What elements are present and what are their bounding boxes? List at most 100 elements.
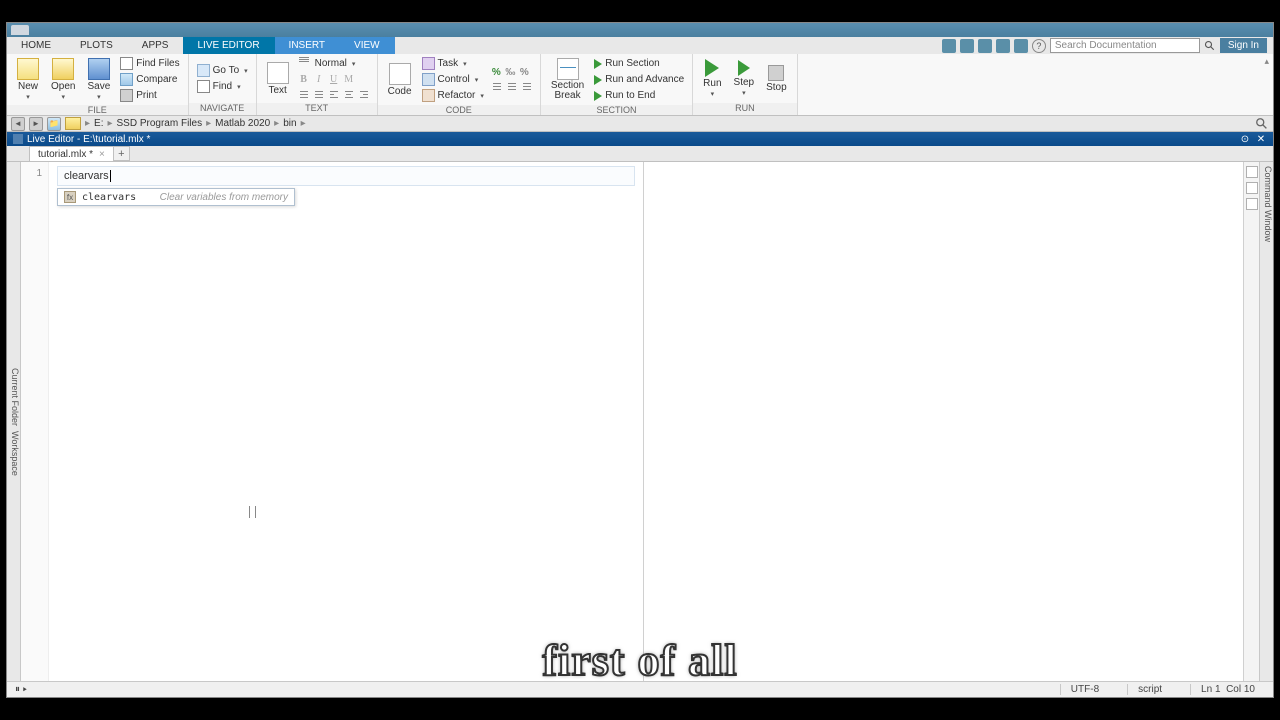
- breadcrumb-sep: ▸: [85, 118, 90, 129]
- hide-code-button[interactable]: [1246, 198, 1258, 210]
- task-button[interactable]: Task▾: [420, 56, 486, 71]
- align-right-button[interactable]: [357, 87, 371, 101]
- italic-button[interactable]: I: [312, 72, 326, 86]
- help-icon[interactable]: ?: [1032, 39, 1046, 53]
- up-folder-button[interactable]: 📁: [47, 117, 61, 131]
- command-window-panel[interactable]: Command Window: [1259, 162, 1273, 681]
- underline-button[interactable]: U: [327, 72, 341, 86]
- indent-button[interactable]: [490, 80, 504, 94]
- smart-indent-button[interactable]: [520, 80, 534, 94]
- goto-icon: [197, 64, 210, 77]
- section-break-button[interactable]: Section Break: [547, 56, 588, 103]
- goto-button[interactable]: Go To▾: [195, 63, 250, 78]
- open-folder-icon: [52, 58, 74, 80]
- open-label: Open: [51, 81, 75, 92]
- address-search-icon[interactable]: [1255, 117, 1269, 131]
- suggestion-desc: Clear variables from memory: [160, 192, 288, 203]
- close-file-button[interactable]: ×: [99, 149, 105, 160]
- text-button[interactable]: Text: [263, 60, 293, 98]
- nav-fwd-button[interactable]: ►: [29, 117, 43, 131]
- pref-icon[interactable]: [978, 39, 992, 53]
- run-to-end-button[interactable]: Run to End: [592, 88, 686, 103]
- run-button[interactable]: Run▾: [699, 57, 725, 100]
- window-tab[interactable]: [11, 25, 29, 35]
- code-line[interactable]: clearvars: [57, 166, 635, 186]
- breadcrumb-sep: ▸: [274, 118, 279, 129]
- indent-icon: [491, 80, 503, 93]
- control-label: Control: [438, 74, 470, 85]
- bullet-list-button[interactable]: [297, 87, 311, 101]
- tab-live-editor[interactable]: LIVE EDITOR: [183, 37, 274, 54]
- close-editor-button[interactable]: ✕: [1255, 133, 1267, 145]
- code-text: clearvars: [64, 170, 109, 182]
- code-button[interactable]: Code: [384, 61, 416, 99]
- dock-button[interactable]: ⊙: [1239, 133, 1251, 145]
- refactor-button[interactable]: Refactor▾: [420, 88, 486, 103]
- layout-icon[interactable]: [960, 39, 974, 53]
- comment-button[interactable]: %: [490, 66, 503, 79]
- step-button[interactable]: Step▾: [730, 58, 759, 99]
- open-button[interactable]: Open▾: [47, 56, 79, 103]
- breadcrumb-item[interactable]: Matlab 2020: [215, 118, 270, 129]
- nav-back-button[interactable]: ◄: [11, 117, 25, 131]
- bold-button[interactable]: B: [297, 72, 311, 86]
- add-tab-button[interactable]: +: [114, 146, 130, 161]
- num-list-button[interactable]: [312, 87, 326, 101]
- outdent-button[interactable]: [505, 80, 519, 94]
- mono-button[interactable]: M: [342, 72, 356, 86]
- control-button[interactable]: Control▾: [420, 72, 486, 87]
- search-input[interactable]: Search Documentation: [1050, 38, 1200, 53]
- tab-home[interactable]: HOME: [7, 37, 66, 54]
- code-icon: [389, 63, 411, 85]
- new-button[interactable]: New▾: [13, 56, 43, 103]
- text-label: Text: [268, 85, 286, 96]
- tab-apps[interactable]: APPS: [128, 37, 184, 54]
- breadcrumb-drive[interactable]: E:: [94, 118, 103, 129]
- status-filetype: script: [1127, 684, 1172, 695]
- file-tab-label: tutorial.mlx *: [38, 149, 93, 160]
- tab-plots[interactable]: PLOTS: [66, 37, 128, 54]
- uncomment-button[interactable]: ‰: [504, 66, 517, 79]
- search-icon[interactable]: [1204, 40, 1216, 52]
- current-folder-panel[interactable]: Current Folder Workspace: [7, 162, 21, 681]
- run-section-button[interactable]: Run Section: [592, 56, 686, 71]
- align-center-button[interactable]: [342, 87, 356, 101]
- fwd-icon[interactable]: [1014, 39, 1028, 53]
- save-button[interactable]: Save▾: [83, 56, 114, 103]
- run-group-label: RUN: [693, 103, 797, 115]
- run-advance-button[interactable]: Run and Advance: [592, 72, 686, 87]
- line-number: 1: [21, 168, 42, 179]
- tab-insert[interactable]: INSERT: [275, 37, 341, 54]
- collapse-ribbon-button[interactable]: ▴: [1264, 56, 1269, 67]
- wrap-comment-button[interactable]: %: [518, 66, 531, 79]
- breadcrumb-item[interactable]: bin: [283, 118, 296, 129]
- align-left-button[interactable]: [327, 87, 341, 101]
- style-dropdown[interactable]: Normal▾: [297, 56, 371, 71]
- sign-in-button[interactable]: Sign In: [1220, 38, 1267, 53]
- section-break-icon: [557, 58, 579, 80]
- stop-icon: [768, 65, 784, 81]
- align-right-icon: [358, 88, 370, 101]
- run-section-label: Run Section: [605, 58, 659, 69]
- run-section-icon: [594, 59, 602, 69]
- text-group-label: TEXT: [257, 103, 377, 115]
- function-icon: fx: [64, 191, 76, 203]
- text-icon: [267, 62, 289, 84]
- compare-button[interactable]: Compare: [118, 72, 181, 87]
- stop-button[interactable]: Stop: [762, 63, 791, 95]
- find-button[interactable]: Find▾: [195, 79, 250, 94]
- new-label: New: [18, 81, 38, 92]
- addon-icon[interactable]: [942, 39, 956, 53]
- find-files-button[interactable]: Find Files: [118, 56, 181, 71]
- print-button[interactable]: Print: [118, 88, 181, 103]
- breadcrumb-item[interactable]: SSD Program Files: [117, 118, 203, 129]
- output-right-button[interactable]: [1246, 182, 1258, 194]
- autocomplete-popup[interactable]: fx clearvars Clear variables from memory: [57, 188, 295, 206]
- code-editor[interactable]: clearvars fx clearvars Clear variables f…: [49, 162, 643, 681]
- find-files-icon: [120, 57, 133, 70]
- task-label: Task: [438, 58, 459, 69]
- tab-view[interactable]: VIEW: [340, 37, 395, 54]
- file-tab[interactable]: tutorial.mlx * ×: [29, 146, 114, 161]
- output-inline-button[interactable]: [1246, 166, 1258, 178]
- back-icon[interactable]: [996, 39, 1010, 53]
